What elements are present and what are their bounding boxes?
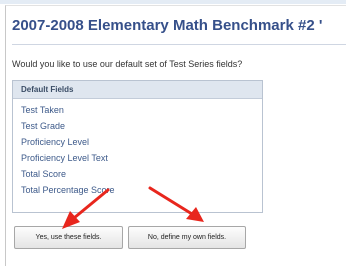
use-default-fields-button[interactable]: Yes, use these fields. bbox=[14, 226, 123, 249]
default-fields-header: Default Fields bbox=[13, 81, 262, 99]
field-item-total-score: Total Score bbox=[21, 169, 67, 179]
default-fields-list: Test Taken Test Grade Proficiency Level … bbox=[13, 99, 262, 198]
define-own-fields-button[interactable]: No, define my own fields. bbox=[128, 226, 246, 249]
title-divider bbox=[12, 44, 346, 45]
default-fields-panel: Default Fields Test Taken Test Grade Pro… bbox=[12, 80, 263, 213]
field-item-proficiency-level: Proficiency Level bbox=[21, 137, 90, 147]
question-text: Would you like to use our default set of… bbox=[12, 59, 243, 69]
field-item-total-percentage-score: Total Percentage Score bbox=[21, 185, 115, 195]
field-item-test-grade: Test Grade bbox=[21, 121, 66, 131]
page-title: 2007-2008 Elementary Math Benchmark #2 ' bbox=[12, 17, 323, 34]
top-border bbox=[0, 0, 346, 4]
field-item-proficiency-level-text: Proficiency Level Text bbox=[21, 153, 108, 163]
field-item-test-taken: Test Taken bbox=[21, 105, 64, 115]
